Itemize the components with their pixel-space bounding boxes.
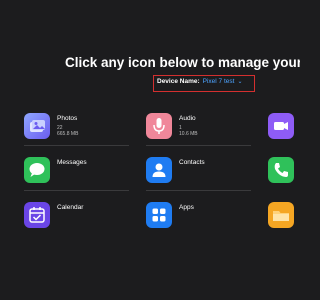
- category-phone[interactable]: [268, 157, 300, 185]
- category-label: Contacts: [179, 159, 205, 166]
- contacts-icon: [146, 157, 172, 183]
- divider: [146, 145, 251, 146]
- category-files[interactable]: [268, 202, 300, 230]
- divider: [24, 190, 129, 191]
- video-icon: [268, 113, 294, 139]
- category-video[interactable]: [268, 113, 300, 141]
- device-name-row: Device Name: Pixel 7 test ⌄: [157, 76, 242, 88]
- category-apps[interactable]: Apps: [146, 202, 251, 230]
- divider: [24, 145, 129, 146]
- folder-icon: [268, 202, 294, 228]
- category-messages[interactable]: Messages: [24, 157, 129, 185]
- category-label: Photos: [57, 115, 78, 122]
- page-title: Click any icon below to manage your devi…: [65, 55, 300, 70]
- category-label: Audio: [179, 115, 196, 122]
- category-size: 10.6 MB: [179, 131, 198, 137]
- category-label: Messages: [57, 159, 87, 166]
- device-name-select[interactable]: Pixel 7 test: [203, 78, 235, 85]
- microphone-icon: [146, 113, 172, 139]
- photos-icon: [24, 113, 50, 139]
- category-audio[interactable]: Audio 1 10.6 MB: [146, 113, 251, 141]
- device-name-label: Device Name:: [157, 78, 200, 85]
- chevron-down-icon[interactable]: ⌄: [237, 79, 242, 85]
- manager-page: Click any icon below to manage your devi…: [0, 0, 300, 300]
- messages-icon: [24, 157, 50, 183]
- category-calendar[interactable]: Calendar: [24, 202, 129, 230]
- category-label: Calendar: [57, 204, 84, 211]
- category-label: Apps: [179, 204, 194, 211]
- calendar-icon: [24, 202, 50, 228]
- phone-icon: [268, 157, 294, 183]
- apps-icon: [146, 202, 172, 228]
- category-photos[interactable]: Photos 22 665.8 MB: [24, 113, 129, 141]
- category-size: 665.8 MB: [57, 131, 79, 137]
- category-contacts[interactable]: Contacts: [146, 157, 251, 185]
- divider: [146, 190, 251, 191]
